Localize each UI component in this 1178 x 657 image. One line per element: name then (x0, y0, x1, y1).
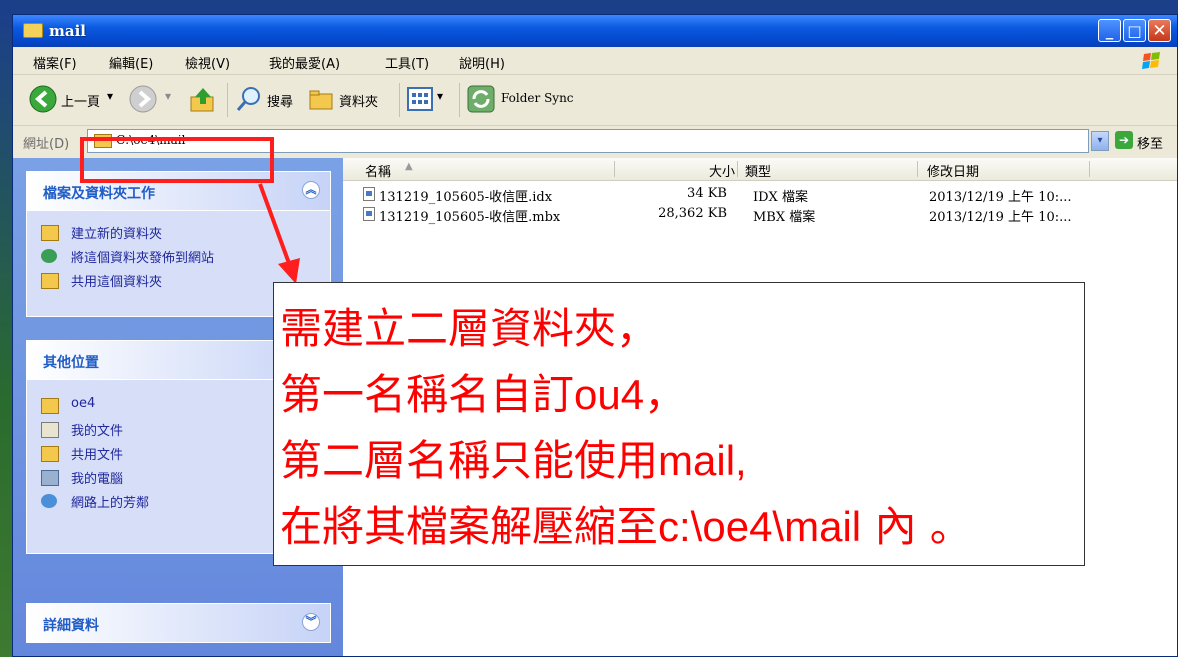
note-text: 內 。 (861, 502, 972, 551)
title-bar[interactable]: mail _ □ ✕ (13, 15, 1177, 47)
sort-ascending-icon: ▲ (405, 161, 413, 172)
back-dropdown-icon[interactable]: ▾ (107, 89, 113, 103)
note-line-2: 第一名稱名自訂ou4， (280, 361, 686, 422)
file-row[interactable]: 131219_105605-收信匣.mbx 28,362 KB MBX 檔案 2… (343, 204, 1177, 225)
note-text: 在將其檔案解壓縮至 (280, 502, 659, 551)
desktop-edge (0, 14, 12, 657)
panel-title: 檔案及資料夾工作 (43, 186, 155, 202)
note-line-1: 需建立二層資料夾， (280, 304, 659, 353)
menu-bar: 檔案(F) 編輯(E) 檢視(V) 我的最愛(A) 工具(T) 說明(H) (13, 48, 1177, 75)
folder-sync-icon[interactable] (467, 85, 495, 113)
panel-title: 其他位置 (43, 355, 99, 371)
window-title: mail (49, 22, 86, 40)
note-line-3: 第二層名稱只能使用mail, (280, 427, 747, 488)
windows-logo-icon (1142, 52, 1160, 69)
instruction-note: 需建立二層資料夾， 第一名稱名自訂ou4， 第二層名稱只能使用mail, 在將其… (273, 282, 1085, 566)
address-dropdown-icon[interactable]: ▾ (1091, 131, 1109, 151)
file-type: IDX 檔案 (753, 190, 808, 205)
file-icon (363, 187, 375, 201)
menu-view[interactable]: 檢視(V) (185, 53, 230, 72)
place-my-computer[interactable]: 我的電腦 (71, 468, 123, 487)
address-highlight-box (80, 137, 274, 183)
my-computer-icon (41, 470, 59, 486)
new-folder-icon (41, 225, 59, 241)
folder-sync-button-label[interactable]: Folder Sync (501, 91, 574, 105)
toolbar: 上一頁 ▾ ▾ 搜尋 資料夾 ▾ Folder Sync (13, 75, 1177, 126)
network-places-icon (41, 494, 57, 508)
views-icon[interactable] (407, 87, 433, 111)
forward-dropdown-icon[interactable]: ▾ (165, 89, 171, 103)
file-type: MBX 檔案 (753, 210, 816, 225)
file-size: 28,362 KB (658, 206, 727, 221)
back-button-label[interactable]: 上一頁 (61, 91, 100, 110)
note-text: mail, (658, 437, 747, 484)
share-folder-icon (41, 273, 59, 289)
publish-web-icon (41, 249, 57, 263)
place-shared-documents[interactable]: 共用文件 (71, 444, 123, 463)
annotation-arrow-icon (258, 183, 300, 284)
file-modified: 2013/12/19 上午 10:... (929, 190, 1072, 205)
panel-header[interactable]: 詳細資料 ︾ (27, 604, 330, 642)
column-separator[interactable] (1089, 161, 1090, 177)
close-button[interactable]: ✕ (1148, 19, 1171, 42)
go-arrow-icon[interactable]: ➔ (1115, 131, 1133, 149)
toolbar-separator (459, 83, 460, 117)
menu-help[interactable]: 說明(H) (459, 53, 505, 72)
menu-edit[interactable]: 編輯(E) (109, 53, 153, 72)
menu-tools[interactable]: 工具(T) (385, 53, 429, 72)
column-size[interactable]: 大小 (709, 161, 735, 180)
folders-button-label[interactable]: 資料夾 (339, 91, 378, 110)
note-line-4: 在將其檔案解壓縮至c:\oe4\mail 內 。 (280, 493, 972, 554)
place-network[interactable]: 網路上的芳鄰 (71, 492, 149, 511)
place-my-documents[interactable]: 我的文件 (71, 420, 123, 439)
place-oe4[interactable]: oe4 (71, 396, 95, 411)
minimize-button[interactable]: _ (1098, 19, 1121, 42)
toolbar-separator (227, 83, 228, 117)
file-size: 34 KB (687, 186, 727, 201)
shared-documents-icon (41, 446, 59, 462)
toolbar-separator (399, 83, 400, 117)
folder-icon (23, 23, 43, 38)
column-header: 名稱 ▲ 大小 類型 修改日期 (343, 158, 1177, 181)
search-icon[interactable] (235, 85, 263, 113)
views-dropdown-icon[interactable]: ▾ (437, 89, 443, 103)
note-text: ， (644, 370, 687, 419)
column-name[interactable]: 名稱 (365, 161, 391, 180)
column-separator[interactable] (917, 161, 918, 177)
go-button-label[interactable]: 移至 (1137, 133, 1163, 152)
file-modified: 2013/12/19 上午 10:... (929, 210, 1072, 225)
task-publish-folder[interactable]: 將這個資料夾發佈到網站 (71, 247, 214, 266)
address-label: 網址(D) (23, 137, 70, 152)
file-icon (363, 207, 375, 221)
menu-favorites[interactable]: 我的最愛(A) (269, 53, 340, 72)
column-type[interactable]: 類型 (745, 161, 771, 180)
column-separator[interactable] (614, 161, 615, 177)
my-documents-icon (41, 422, 59, 438)
details-panel: 詳細資料 ︾ (26, 603, 331, 643)
note-text: c:\oe4\mail (658, 503, 862, 550)
file-row[interactable]: 131219_105605-收信匣.idx 34 KB IDX 檔案 2013/… (343, 184, 1177, 205)
panel-title: 詳細資料 (43, 618, 99, 634)
note-text: ou4 (574, 371, 645, 418)
file-name: 131219_105605-收信匣.mbx (379, 210, 561, 225)
task-share-folder[interactable]: 共用這個資料夾 (71, 271, 162, 290)
note-text: 第一名稱名自訂 (280, 370, 575, 419)
column-separator[interactable] (737, 161, 738, 177)
search-button-label[interactable]: 搜尋 (267, 91, 293, 110)
up-folder-icon[interactable] (189, 85, 217, 113)
note-text: 第二層名稱只能使用 (280, 436, 659, 485)
file-name: 131219_105605-收信匣.idx (379, 190, 553, 205)
folders-icon[interactable] (307, 85, 335, 113)
forward-arrow-icon[interactable] (129, 85, 157, 113)
back-arrow-icon[interactable] (29, 85, 57, 113)
column-modified[interactable]: 修改日期 (927, 161, 979, 180)
task-new-folder[interactable]: 建立新的資料夾 (71, 223, 162, 242)
menu-file[interactable]: 檔案(F) (33, 53, 77, 72)
expand-chevron-icon[interactable]: ︾ (302, 613, 320, 631)
maximize-button[interactable]: □ (1123, 19, 1146, 42)
folder-icon (41, 398, 59, 414)
